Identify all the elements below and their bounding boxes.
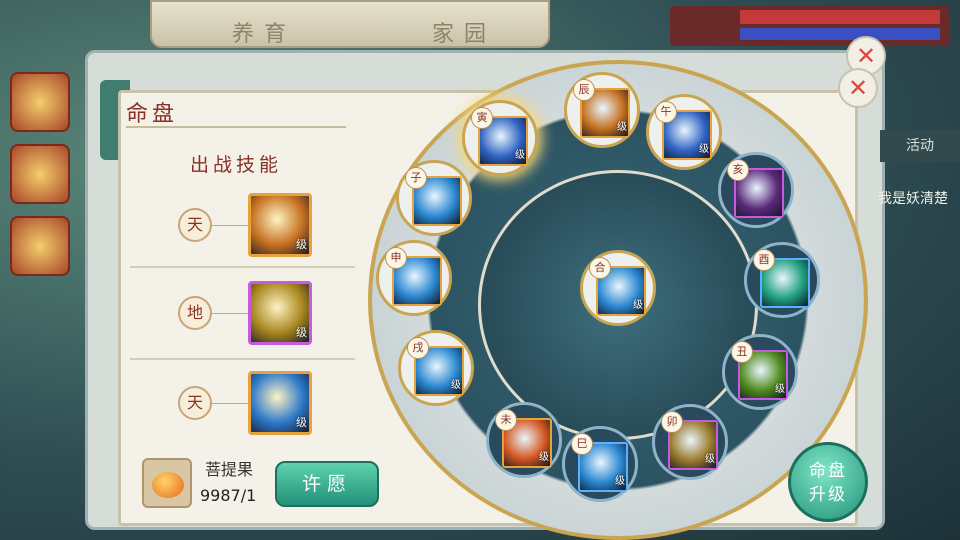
- node-level: 级: [633, 300, 643, 311]
- node-level: 级: [705, 454, 715, 465]
- tab-nurture[interactable]: 养育: [232, 16, 296, 48]
- divider: [130, 266, 355, 268]
- skill-slot[interactable]: 天级: [130, 187, 355, 267]
- node-branch-tag: 合: [589, 257, 611, 279]
- upgrade-label-line2: 升级: [809, 485, 847, 505]
- slot-type-badge: 天: [178, 386, 212, 420]
- wheel-node[interactable]: 寅级: [462, 100, 538, 176]
- wheel-node[interactable]: 子: [396, 160, 472, 236]
- wheel-node[interactable]: 酉: [744, 242, 820, 318]
- top-tab-bar: 养育 家园: [150, 0, 550, 48]
- node-branch-tag: 酉: [753, 249, 775, 271]
- left-sidebar: [0, 60, 90, 288]
- wish-button[interactable]: 许愿: [275, 461, 379, 507]
- wheel-node[interactable]: 辰级: [564, 72, 640, 148]
- side-gift-icon[interactable]: [10, 144, 70, 204]
- activity-tab[interactable]: 活动: [880, 130, 960, 162]
- hp-bar: [740, 10, 940, 24]
- node-branch-tag: 午: [655, 101, 677, 123]
- node-branch-tag: 巳: [571, 433, 593, 455]
- wheel-node[interactable]: 卯级: [652, 404, 728, 480]
- side-activity-icon[interactable]: [10, 72, 70, 132]
- slot-connector: [212, 403, 248, 404]
- upgrade-destiny-button[interactable]: 命盘 升级: [788, 442, 868, 522]
- skill-level: 级: [296, 416, 307, 429]
- node-level: 级: [615, 476, 625, 487]
- battle-skills-header: 出战技能: [190, 154, 283, 176]
- wheel-node[interactable]: 未级: [486, 402, 562, 478]
- bodhi-fruit-icon: [142, 458, 192, 508]
- node-branch-tag: 卯: [661, 411, 683, 433]
- node-level: 级: [539, 452, 549, 463]
- node-branch-tag: 亥: [727, 159, 749, 181]
- node-branch-tag: 丑: [731, 341, 753, 363]
- title-divider: [126, 126, 346, 128]
- skill-level: 级: [296, 238, 307, 251]
- wheel-node[interactable]: 巳级: [562, 426, 638, 502]
- skill-icon[interactable]: 级: [248, 193, 312, 257]
- node-branch-tag: 子: [405, 167, 427, 189]
- wheel-node[interactable]: 申: [376, 240, 452, 316]
- skill-slot[interactable]: 天级: [130, 365, 355, 445]
- wheel-node[interactable]: 戌级: [398, 330, 474, 406]
- skill-slot[interactable]: 地级: [130, 275, 355, 355]
- slot-type-badge: 天: [178, 208, 212, 242]
- node-branch-tag: 寅: [471, 107, 493, 129]
- skill-icon[interactable]: 级: [248, 281, 312, 345]
- player-status-bar: [670, 6, 950, 46]
- mp-bar: [740, 28, 940, 40]
- node-branch-tag: 申: [385, 247, 407, 269]
- close-button[interactable]: ✕: [838, 68, 878, 108]
- background-chat-text: 我是妖清楚: [878, 191, 948, 207]
- upgrade-label-line1: 命盘: [809, 461, 847, 481]
- wheel-node[interactable]: 亥: [718, 152, 794, 228]
- slot-type-badge: 地: [178, 296, 212, 330]
- side-event-icon[interactable]: [10, 216, 70, 276]
- node-level: 级: [451, 380, 461, 391]
- item-name: 菩提果: [205, 460, 254, 479]
- center-node[interactable]: 合级: [580, 250, 656, 326]
- skill-level: 级: [296, 326, 307, 339]
- skill-icon[interactable]: 级: [248, 371, 312, 435]
- node-level: 级: [515, 150, 525, 161]
- wheel-node[interactable]: 丑级: [722, 334, 798, 410]
- item-count: 9987/1: [200, 486, 257, 505]
- slot-connector: [212, 225, 248, 226]
- page-title: 命盘: [126, 102, 179, 127]
- node-branch-tag: 未: [495, 409, 517, 431]
- node-branch-tag: 辰: [573, 79, 595, 101]
- node-level: 级: [699, 144, 709, 155]
- node-level: 级: [775, 384, 785, 395]
- node-level: 级: [617, 122, 627, 133]
- slot-connector: [212, 313, 248, 314]
- wheel-node[interactable]: 午级: [646, 94, 722, 170]
- fruit-graphic: [152, 472, 184, 498]
- node-branch-tag: 戌: [407, 337, 429, 359]
- divider: [130, 358, 355, 360]
